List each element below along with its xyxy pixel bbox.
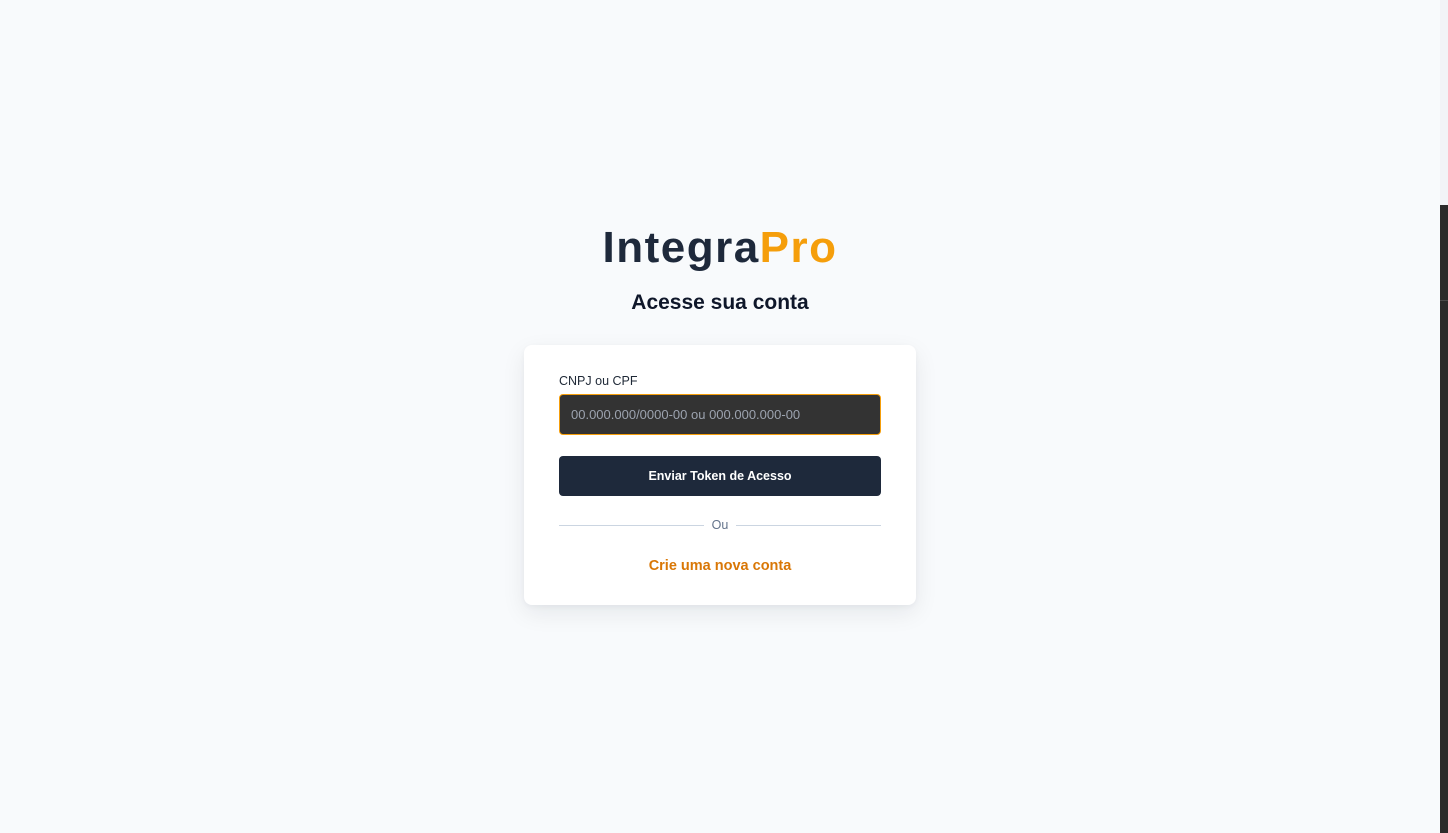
logo-text-pro: Pro bbox=[759, 223, 838, 272]
logo-text-integra: Integra bbox=[602, 223, 760, 272]
send-token-button[interactable]: Enviar Token de Acesso bbox=[559, 456, 881, 496]
divider-line-right bbox=[736, 525, 881, 526]
page-title: Acesse sua conta bbox=[631, 291, 809, 314]
login-page: IntegraPro Acesse sua conta CNPJ ou CPF … bbox=[0, 0, 1440, 833]
login-card: CNPJ ou CPF Enviar Token de Acesso Ou Cr… bbox=[524, 345, 916, 605]
document-input[interactable] bbox=[559, 394, 881, 435]
scrollbar-thumb[interactable] bbox=[1440, 0, 1448, 205]
integrapro-logo: IntegraPro bbox=[0, 222, 1440, 274]
create-account-link[interactable]: Crie uma nova conta bbox=[524, 556, 916, 576]
document-field-label: CNPJ ou CPF bbox=[559, 374, 638, 388]
scrollbar-marker bbox=[1440, 300, 1448, 301]
scrollbar[interactable] bbox=[1440, 0, 1448, 833]
or-divider: Ou bbox=[559, 517, 881, 533]
